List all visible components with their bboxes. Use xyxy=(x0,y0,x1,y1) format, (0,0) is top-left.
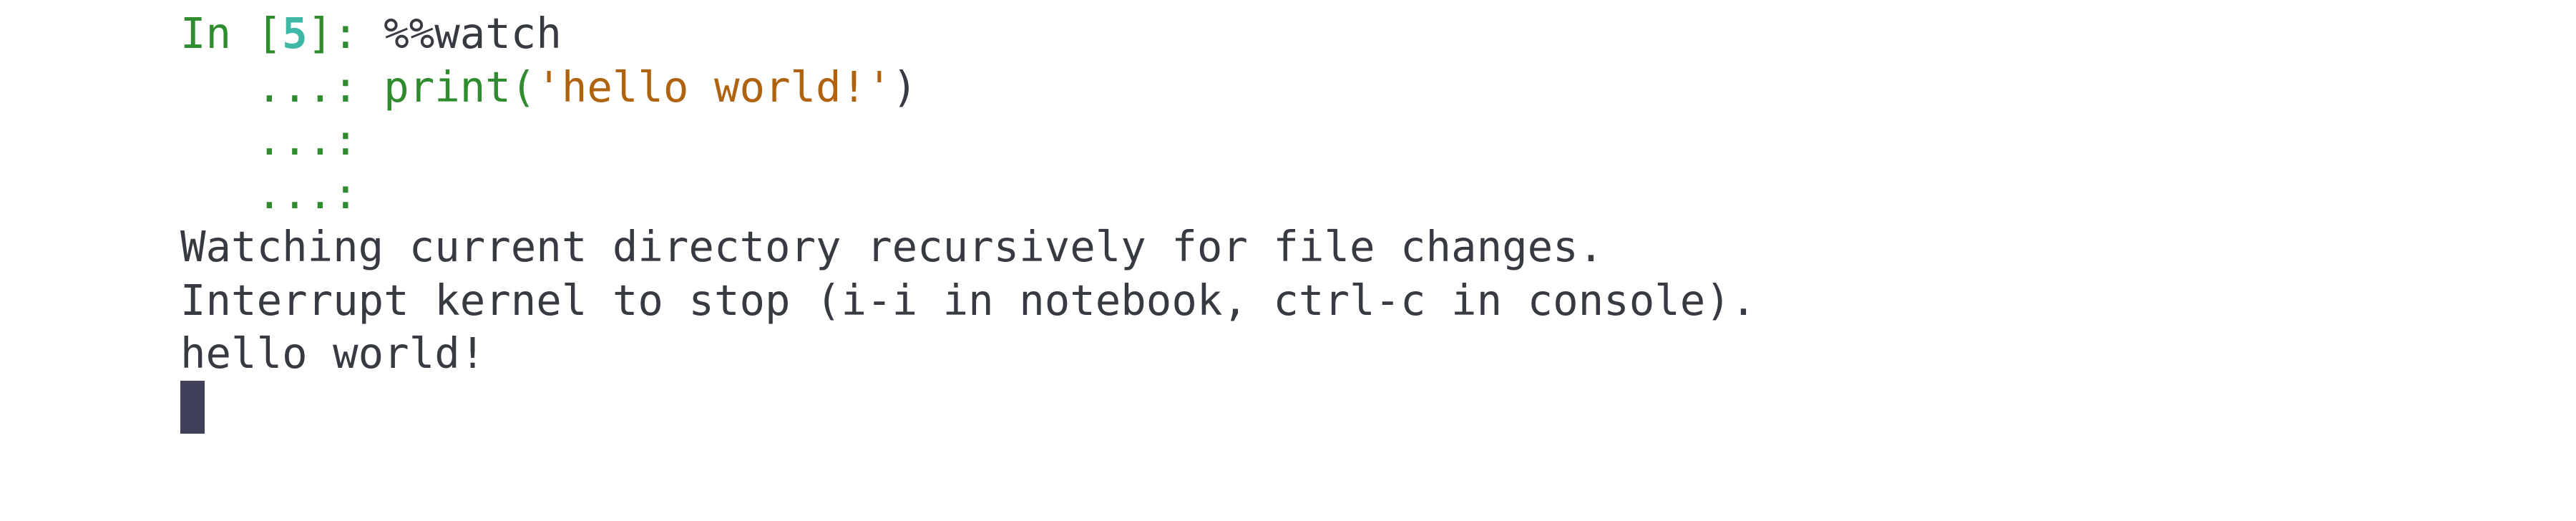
input-line-4: ...: xyxy=(180,167,2576,221)
in-prompt-close: ]: xyxy=(307,9,384,58)
input-line-2: ...: print('hello world!') xyxy=(180,61,2576,115)
input-line-3: ...: xyxy=(180,114,2576,167)
code-function: print( xyxy=(384,62,537,112)
input-line-1: In [5]: %%watch xyxy=(180,7,2576,61)
output-line-3: hello world! xyxy=(180,328,486,378)
cell-magic: %%watch xyxy=(384,9,562,58)
continuation-prompt: ...: xyxy=(180,168,384,218)
code-close-paren: ) xyxy=(892,62,918,112)
cell-number: 5 xyxy=(282,9,308,58)
text-cursor xyxy=(180,380,205,434)
in-prompt-label: In [ xyxy=(180,9,283,58)
cursor-line[interactable] xyxy=(180,380,2576,434)
code-string: 'hello world!' xyxy=(536,62,892,112)
output-line-2: Interrupt kernel to stop (i-i in noteboo… xyxy=(180,275,1757,325)
ipython-terminal[interactable]: In [5]: %%watch ...: print('hello world!… xyxy=(0,0,2576,521)
continuation-prompt: ...: xyxy=(180,115,384,165)
continuation-prompt: ...: xyxy=(180,62,384,112)
output-line-1: Watching current directory recursively f… xyxy=(180,222,1604,271)
